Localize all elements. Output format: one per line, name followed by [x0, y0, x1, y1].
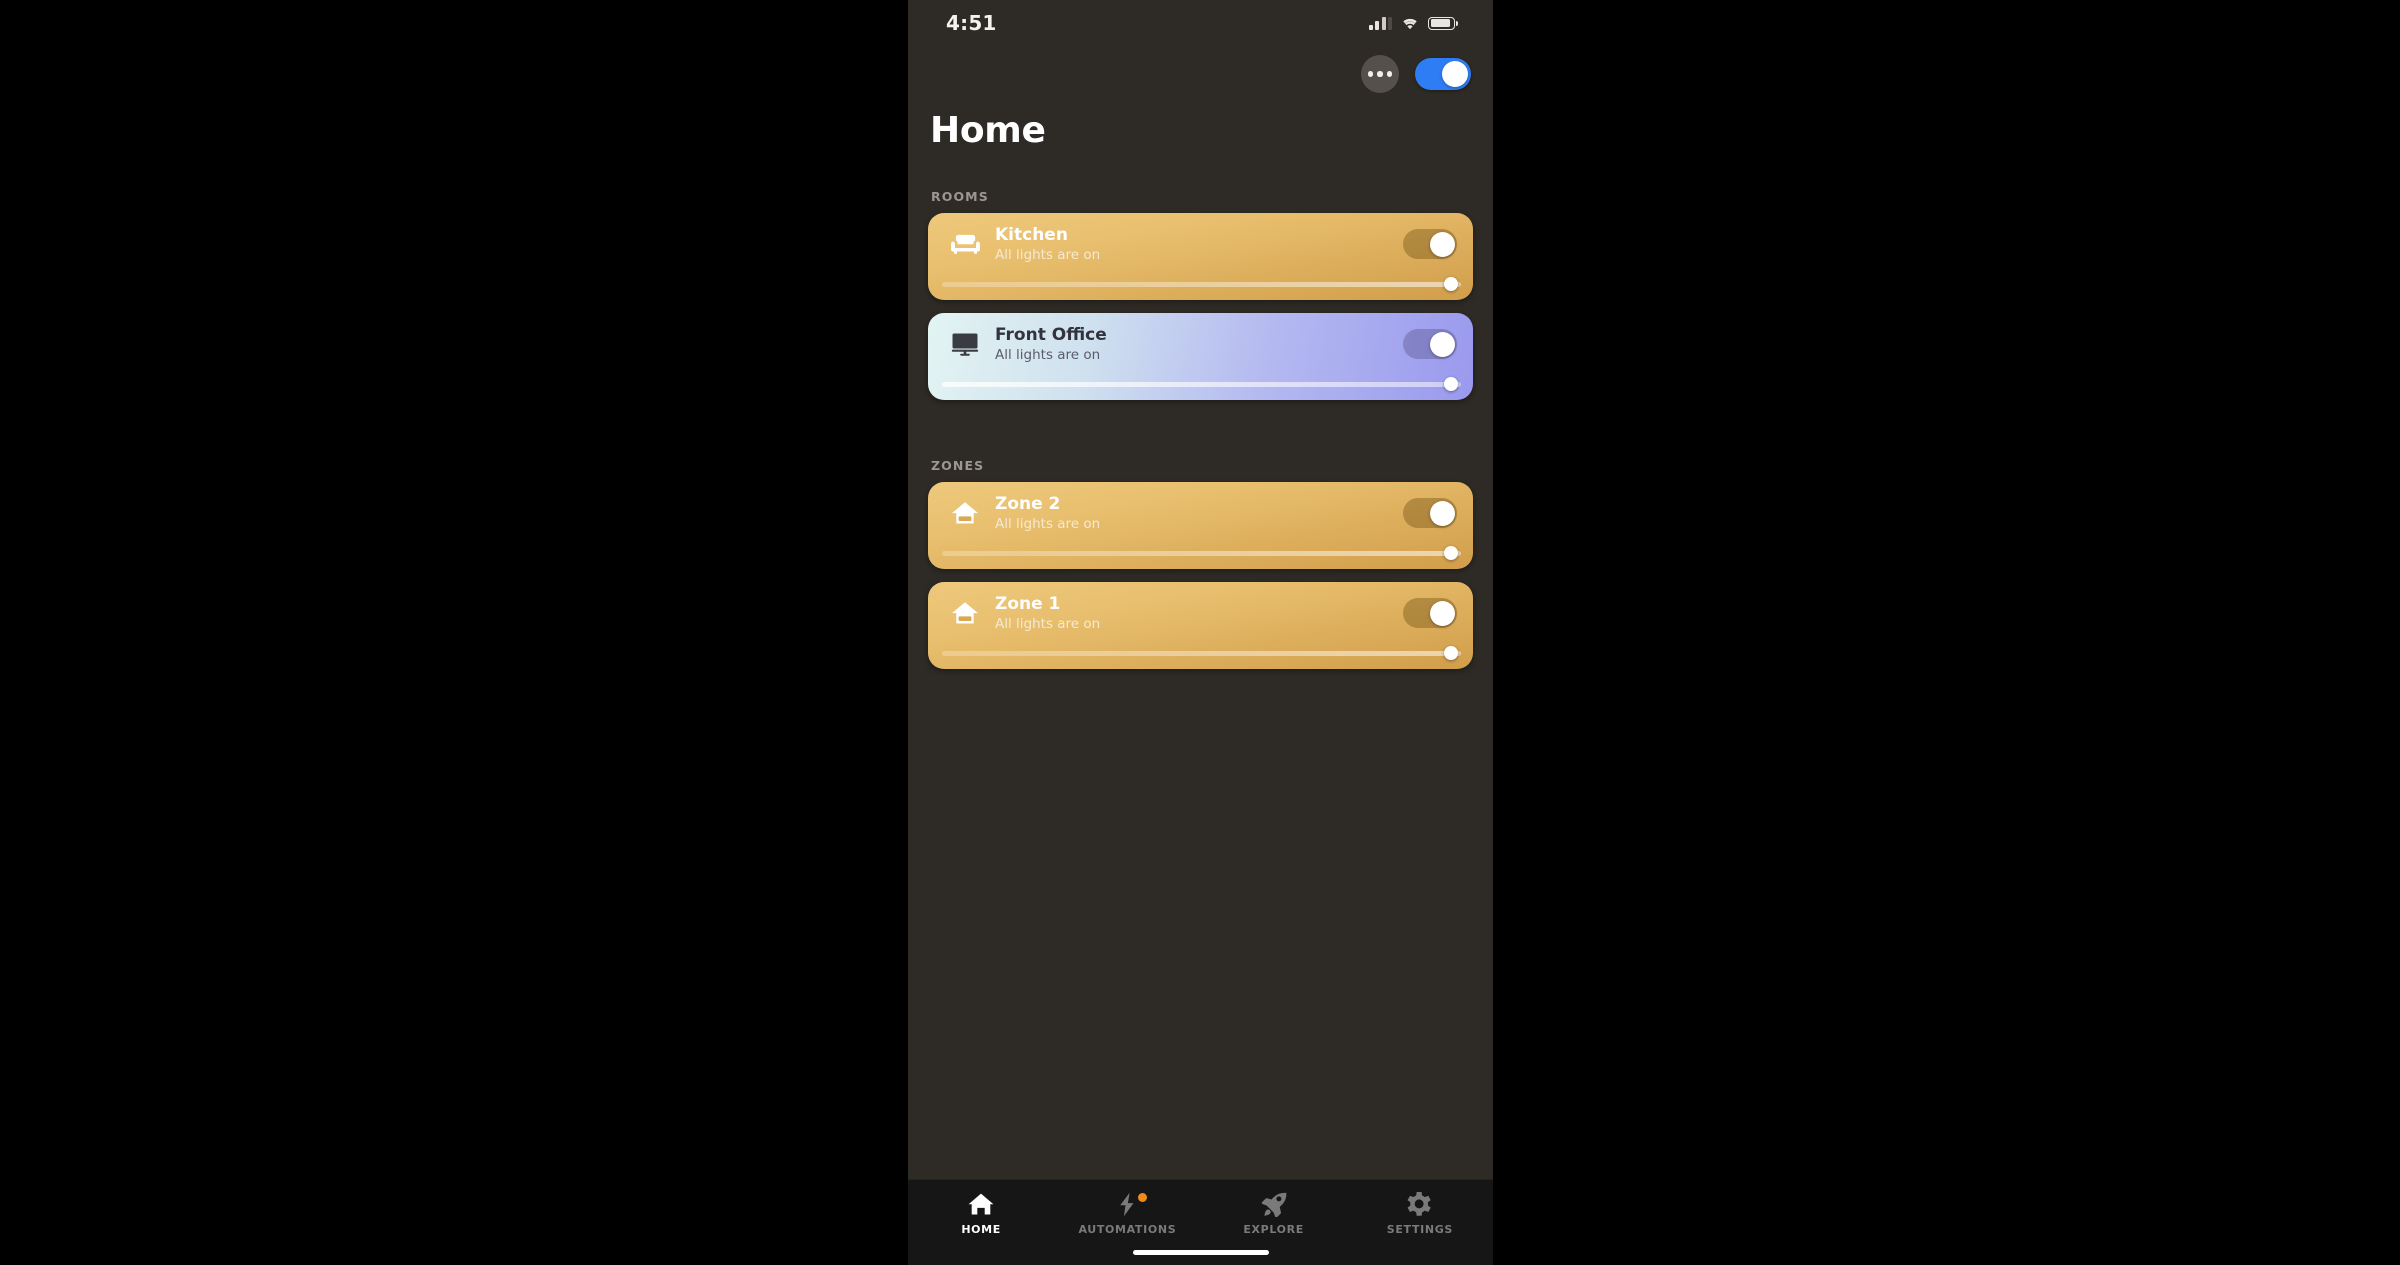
- phone-screen: 4:51 Home ROOMS Kitchen All lights are o…: [908, 0, 1493, 1265]
- tab-explore[interactable]: EXPLORE: [1201, 1191, 1347, 1236]
- monitor-icon: [945, 332, 985, 357]
- tab-home[interactable]: HOME: [908, 1191, 1054, 1236]
- cellular-signal-icon: [1368, 16, 1392, 30]
- status-bar: 4:51: [908, 0, 1493, 46]
- card-status: All lights are on: [995, 515, 1101, 532]
- brightness-slider[interactable]: [942, 377, 1461, 392]
- slider-thumb[interactable]: [1443, 546, 1458, 561]
- tab-label: HOME: [961, 1223, 1001, 1236]
- tab-settings[interactable]: SETTINGS: [1347, 1191, 1493, 1236]
- slider-track: [942, 382, 1461, 388]
- zone-card-zone-1[interactable]: Zone 1 All lights are on: [928, 582, 1473, 670]
- house-zone-icon: [945, 501, 985, 525]
- tab-label: SETTINGS: [1386, 1223, 1453, 1236]
- battery-icon: [1428, 16, 1459, 30]
- card-title: Front Office: [995, 324, 1107, 345]
- tab-automations[interactable]: AUTOMATIONS: [1054, 1191, 1200, 1236]
- house-zone-icon: [945, 601, 985, 625]
- card-status: All lights are on: [995, 615, 1101, 632]
- slider-track: [942, 551, 1461, 557]
- brightness-slider[interactable]: [942, 646, 1461, 661]
- home-indicator: [1132, 1250, 1269, 1255]
- card-power-toggle[interactable]: [1403, 329, 1457, 360]
- card-power-toggle[interactable]: [1403, 498, 1457, 529]
- slider-thumb[interactable]: [1443, 377, 1458, 392]
- page-title: Home: [930, 110, 1046, 151]
- brightness-slider[interactable]: [942, 546, 1461, 561]
- slider-thumb[interactable]: [1443, 277, 1458, 292]
- header-controls: [908, 46, 1493, 102]
- section-label-zones: ZONES: [931, 458, 985, 474]
- room-card-front-office[interactable]: Front Office All lights are on: [928, 313, 1473, 401]
- main-content: Home ROOMS Kitchen All lights are on Fro…: [908, 102, 1493, 1179]
- card-status: All lights are on: [995, 246, 1101, 263]
- screenshot-canvas: 4:51 Home ROOMS Kitchen All lights are o…: [0, 0, 2400, 1265]
- master-power-toggle[interactable]: [1415, 58, 1471, 90]
- wifi-icon: [1401, 16, 1419, 30]
- section-label-rooms: ROOMS: [931, 189, 989, 205]
- notification-badge: [1138, 1193, 1148, 1202]
- lightning-bolt-icon: [1118, 1191, 1148, 1217]
- card-title: Kitchen: [995, 224, 1068, 245]
- card-title: Zone 2: [995, 493, 1061, 514]
- slider-track: [942, 282, 1461, 288]
- more-horizontal-icon[interactable]: [1361, 55, 1399, 93]
- card-title: Zone 1: [995, 593, 1061, 614]
- slider-thumb[interactable]: [1443, 646, 1458, 661]
- slider-track: [942, 651, 1461, 657]
- brightness-slider[interactable]: [942, 277, 1461, 292]
- card-power-toggle[interactable]: [1403, 229, 1457, 260]
- status-bar-icons: [1368, 16, 1459, 30]
- status-bar-time: 4:51: [946, 11, 997, 35]
- home-icon: [968, 1191, 994, 1217]
- card-status: All lights are on: [995, 346, 1101, 363]
- gear-icon: [1407, 1191, 1432, 1217]
- sofa-icon: [945, 233, 985, 255]
- card-power-toggle[interactable]: [1403, 598, 1457, 629]
- zone-card-zone-2[interactable]: Zone 2 All lights are on: [928, 482, 1473, 570]
- tab-label: AUTOMATIONS: [1078, 1223, 1177, 1236]
- tab-label: EXPLORE: [1243, 1223, 1304, 1236]
- rocket-icon: [1261, 1191, 1287, 1217]
- room-card-kitchen[interactable]: Kitchen All lights are on: [928, 213, 1473, 301]
